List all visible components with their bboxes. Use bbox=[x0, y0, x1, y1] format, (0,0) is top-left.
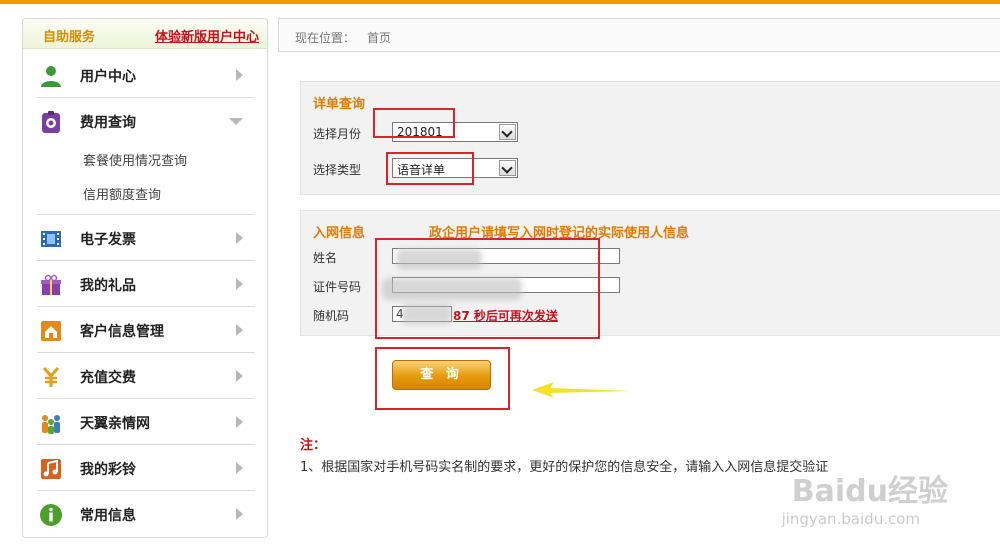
highlight-box-month bbox=[373, 108, 455, 138]
highlight-box-type bbox=[386, 152, 474, 185]
highlight-box-net-info bbox=[375, 238, 600, 339]
sidebar-item-recharge[interactable]: 充值交费 bbox=[37, 353, 255, 399]
name-label: 姓名 bbox=[313, 251, 338, 265]
sidebar-item-common-info[interactable]: 常用信息 bbox=[37, 491, 255, 537]
sidebar-subitem-credit-limit[interactable]: 信用额度查询 bbox=[83, 184, 161, 203]
sidebar-header: 自助服务 体验新版用户中心 bbox=[23, 19, 267, 49]
breadcrumb-label: 现在位置： bbox=[295, 31, 356, 45]
bill-icon bbox=[42, 111, 60, 133]
chevron-right-icon bbox=[236, 232, 243, 244]
month-label: 选择月份 bbox=[313, 127, 362, 141]
chevron-right-icon bbox=[236, 278, 243, 290]
yuan-icon bbox=[42, 367, 60, 387]
id-number-label: 证件号码 bbox=[313, 280, 362, 294]
sidebar-title: 自助服务 bbox=[43, 30, 96, 45]
sidebar-subitem-package-usage[interactable]: 套餐使用情况查询 bbox=[83, 150, 187, 169]
sidebar-item-family-network[interactable]: 天翼亲情网 bbox=[37, 399, 255, 445]
sidebar: 自助服务 体验新版用户中心 用户中心 费用查询 套餐使用情况查询 信用额度查询 bbox=[22, 18, 268, 538]
user-icon bbox=[41, 66, 61, 87]
pointer-arrow-icon bbox=[532, 382, 632, 398]
sidebar-item-label: 电子发票 bbox=[80, 232, 136, 248]
breadcrumb-current[interactable]: 首页 bbox=[367, 29, 391, 46]
family-icon bbox=[42, 415, 60, 434]
sidebar-item-billing-query[interactable]: 费用查询 bbox=[37, 98, 255, 144]
sidebar-item-label: 充值交费 bbox=[80, 370, 136, 386]
net-info-title: 入网信息 bbox=[313, 226, 366, 241]
chevron-down-icon bbox=[229, 118, 243, 125]
detail-query-title: 详单查询 bbox=[313, 97, 366, 112]
sidebar-item-label: 天翼亲情网 bbox=[80, 416, 150, 432]
chevron-down-icon[interactable] bbox=[499, 124, 516, 140]
type-label: 选择类型 bbox=[313, 163, 362, 177]
chevron-right-icon bbox=[236, 69, 243, 81]
chevron-right-icon bbox=[236, 508, 243, 520]
sidebar-item-label: 我的彩铃 bbox=[80, 462, 136, 478]
sidebar-item-label: 我的礼品 bbox=[80, 278, 136, 294]
notes-title: 注： bbox=[300, 438, 327, 453]
home-icon bbox=[41, 321, 61, 341]
sidebar-item-label: 客户信息管理 bbox=[80, 324, 164, 340]
sidebar-item-ringback-tone[interactable]: 我的彩铃 bbox=[37, 445, 255, 491]
gift-icon bbox=[41, 274, 61, 295]
sidebar-item-my-gifts[interactable]: 我的礼品 bbox=[37, 261, 255, 307]
query-button[interactable]: 查 询 bbox=[392, 360, 491, 390]
watermark-url: jingyan.baidu.com bbox=[781, 510, 920, 528]
chevron-right-icon bbox=[236, 370, 243, 382]
chevron-right-icon bbox=[236, 462, 243, 474]
sidebar-item-label: 用户中心 bbox=[80, 69, 136, 85]
chevron-right-icon bbox=[236, 416, 243, 428]
notes-line-1: 1、根据国家对手机号码实名制的要求，更好的保护您的信息安全，请输入入网信息提交验… bbox=[300, 460, 829, 475]
sidebar-item-user-center[interactable]: 用户中心 bbox=[37, 52, 255, 98]
info-icon bbox=[40, 504, 62, 526]
random-code-label: 随机码 bbox=[313, 309, 350, 323]
sidebar-item-e-invoice[interactable]: 电子发票 bbox=[37, 215, 255, 261]
new-user-center-link[interactable]: 体验新版用户中心 bbox=[155, 26, 259, 45]
breadcrumb: 现在位置： 首页 bbox=[278, 18, 1000, 52]
chevron-down-icon[interactable] bbox=[499, 160, 516, 176]
top-accent-bar bbox=[0, 0, 1000, 4]
film-icon bbox=[41, 231, 61, 247]
sidebar-item-label: 常用信息 bbox=[80, 508, 136, 524]
sidebar-item-label: 费用查询 bbox=[80, 115, 136, 131]
chevron-right-icon bbox=[236, 324, 243, 336]
watermark-brand: Baidu经验 bbox=[791, 474, 948, 509]
sidebar-item-customer-info[interactable]: 客户信息管理 bbox=[37, 307, 255, 353]
music-icon bbox=[41, 459, 61, 479]
